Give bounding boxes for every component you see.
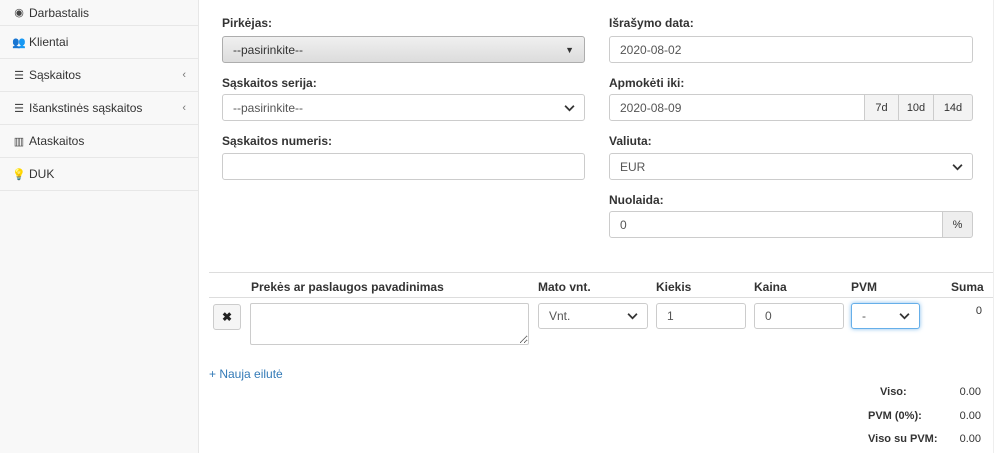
row-sum: 0 <box>975 305 982 317</box>
buyer-select-value: --pasirinkite-- <box>233 42 304 57</box>
currency-select[interactable]: EUR <box>609 153 973 180</box>
due-date-label: Apmokėti iki: <box>609 76 685 90</box>
price-input[interactable]: 0 <box>754 303 844 329</box>
header-price: Kaina <box>754 280 787 294</box>
chevron-down-icon <box>627 313 638 320</box>
due-14d-button[interactable]: 14d <box>933 94 973 121</box>
percent-addon: % <box>942 211 973 238</box>
caret-down-icon: ▼ <box>565 44 574 55</box>
quantity-input[interactable]: 1 <box>656 303 746 329</box>
sidebar-item-label: Klientai <box>29 35 69 49</box>
number-input[interactable] <box>222 153 585 180</box>
invoice-form: Pirkėjas: --pasirinkite-- ▼ Sąskaitos se… <box>199 0 1000 453</box>
table-header-divider <box>209 297 1000 298</box>
vat-select-value: - <box>862 309 866 323</box>
sidebar: ◉ Darbastalis 👥 Klientai ☰ Sąskaitos ‹ ☰… <box>0 0 199 453</box>
series-select[interactable]: --pasirinkite-- <box>222 94 585 121</box>
chevron-down-icon <box>952 163 963 170</box>
total-value: 0.00 <box>959 386 981 398</box>
sidebar-item-saskaitos[interactable]: ☰ Sąskaitos ‹ <box>0 59 198 92</box>
chevron-left-icon: ‹ <box>182 69 186 81</box>
sidebar-item-label: Darbastalis <box>29 5 90 20</box>
discount-input[interactable]: 0 <box>609 211 943 238</box>
page-scrollbar[interactable] <box>993 0 1000 453</box>
currency-select-value: EUR <box>620 159 646 174</box>
due-date-input[interactable]: 2020-08-09 <box>609 94 865 121</box>
sidebar-item-ataskaitos[interactable]: ▥ Ataskaitos <box>0 125 198 158</box>
buyer-label: Pirkėjas: <box>222 16 273 30</box>
item-name-textarea[interactable] <box>250 303 529 345</box>
buyer-select[interactable]: --pasirinkite-- ▼ <box>222 36 585 63</box>
unit-select[interactable]: Vnt. <box>538 303 648 329</box>
grand-total-label: Viso su PVM: <box>868 433 938 445</box>
chevron-left-icon: ‹ <box>182 102 186 114</box>
sidebar-item-label: Išankstinės sąskaitos <box>29 101 143 115</box>
total-label: Viso: <box>880 386 907 398</box>
table-top-border <box>209 272 1000 273</box>
sidebar-item-label: DUK <box>29 167 55 181</box>
add-row-link[interactable]: + Nauja eilutė <box>209 367 283 381</box>
sidebar-item-label: Ataskaitos <box>29 134 85 148</box>
chevron-down-icon <box>899 313 910 320</box>
chevron-down-icon <box>564 104 575 111</box>
due-7d-button[interactable]: 7d <box>864 94 899 121</box>
sidebar-item-klientai[interactable]: 👥 Klientai <box>0 26 198 59</box>
header-name: Prekės ar paslaugos pavadinimas <box>251 280 444 294</box>
due-10d-button[interactable]: 10d <box>898 94 934 121</box>
list-icon: ☰ <box>14 69 24 82</box>
bar-chart-icon: ▥ <box>13 135 25 148</box>
issue-date-input[interactable]: 2020-08-02 <box>609 36 973 63</box>
vat-select[interactable]: - <box>851 303 920 329</box>
sidebar-item-darbastalis[interactable]: ◉ Darbastalis <box>0 0 198 26</box>
vat-total-label: PVM (0%): <box>868 410 922 422</box>
unit-select-value: Vnt. <box>549 309 571 323</box>
number-label: Sąskaitos numeris: <box>222 134 333 148</box>
series-select-value: --pasirinkite-- <box>233 100 304 115</box>
users-icon: 👥 <box>12 36 26 49</box>
grand-total-value: 0.00 <box>959 433 981 445</box>
discount-label: Nuolaida: <box>609 193 664 207</box>
currency-label: Valiuta: <box>609 134 652 148</box>
lightbulb-icon: 💡 <box>12 168 26 181</box>
sidebar-item-isankstines-saskaitos[interactable]: ☰ Išankstinės sąskaitos ‹ <box>0 92 198 125</box>
header-sum: Suma <box>951 280 984 294</box>
header-unit: Mato vnt. <box>538 280 591 294</box>
delete-row-button[interactable]: ✖ <box>213 304 241 330</box>
dashboard-icon: ◉ <box>14 7 24 19</box>
vat-total-value: 0.00 <box>959 410 981 422</box>
sidebar-item-label: Sąskaitos <box>29 68 82 82</box>
sidebar-item-duk[interactable]: 💡 DUK <box>0 158 198 191</box>
series-label: Sąskaitos serija: <box>222 76 317 90</box>
issue-date-label: Išrašymo data: <box>609 16 694 30</box>
list-icon: ☰ <box>14 102 24 115</box>
header-vat: PVM <box>851 280 878 294</box>
header-qty: Kiekis <box>656 280 692 294</box>
